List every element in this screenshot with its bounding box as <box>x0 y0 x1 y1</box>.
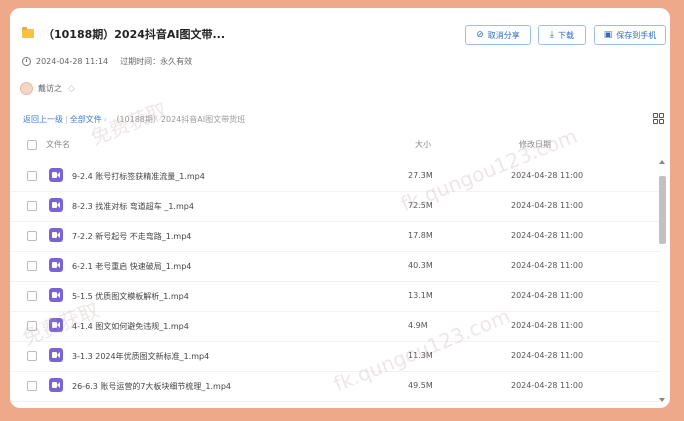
file-size: 4.9M <box>408 321 428 330</box>
diamond-icon: ◇ <box>68 83 75 94</box>
file-name[interactable]: 5-1.5 优质图文模板解析_1.mp4 <box>72 291 189 302</box>
table-row[interactable]: 7-2.2 新号起号 不走弯路_1.mp4 17.8M 2024-04-28 1… <box>10 221 660 252</box>
breadcrumb-separator: | <box>65 115 68 124</box>
file-size: 72.5M <box>408 201 433 210</box>
file-size: 13.1M <box>408 291 433 300</box>
save-to-phone-button[interactable]: ▣ 保存到手机 <box>594 25 666 45</box>
row-checkbox[interactable] <box>27 381 37 391</box>
share-meta: 2024-04-28 11:14 过期时间： 永久有效 <box>22 56 192 67</box>
table-row[interactable]: 5-1.5 优质图文模板解析_1.mp4 13.1M 2024-04-28 11… <box>10 281 660 312</box>
file-date: 2024-04-28 11:00 <box>511 321 584 330</box>
share-card: （10188期）2024抖音AI图文带... 2024-04-28 11:14 … <box>10 8 670 408</box>
breadcrumb-separator: › <box>103 115 107 124</box>
table-row[interactable]: 4-1.4 图文如何避免违规_1.mp4 4.9M 2024-04-28 11:… <box>10 311 660 342</box>
row-checkbox[interactable] <box>27 201 37 211</box>
table-row[interactable]: 3-1.3 2024年优质图文新标准_1.mp4 11.3M 2024-04-2… <box>10 341 660 372</box>
file-size: 17.8M <box>408 231 433 240</box>
file-date: 2024-04-28 11:00 <box>511 261 584 270</box>
video-file-icon <box>49 228 63 242</box>
file-name[interactable]: 4-1.4 图文如何避免违规_1.mp4 <box>72 321 189 332</box>
download-icon: ⤓ <box>550 29 554 40</box>
file-size: 11.3M <box>408 351 433 360</box>
back-link[interactable]: 返回上一级 <box>23 115 63 124</box>
column-name[interactable]: 文件名 <box>46 139 70 150</box>
share-date: 2024-04-28 11:14 <box>36 57 109 66</box>
file-date: 2024-04-28 11:00 <box>511 291 584 300</box>
table-row[interactable]: 9-2.4 账号打标签获精准流量_1.mp4 27.3M 2024-04-28 … <box>10 161 660 192</box>
phone-save-icon: ▣ <box>603 29 613 40</box>
video-file-icon <box>49 348 63 362</box>
file-size: 40.3M <box>408 261 433 270</box>
file-date: 2024-04-28 11:00 <box>511 381 584 390</box>
all-files-link[interactable]: 全部文件 <box>70 115 102 124</box>
table-header: 文件名 大小 修改日期 <box>10 137 670 153</box>
scroll-up-arrow-icon[interactable] <box>659 160 665 164</box>
expire-value: 永久有效 <box>160 57 193 66</box>
video-file-icon <box>49 288 63 302</box>
video-file-icon <box>49 378 63 392</box>
row-checkbox[interactable] <box>27 261 37 271</box>
table-row[interactable]: 26-6.3 账号运营的7大板块细节梳理_1.mp4 49.5M 2024-04… <box>10 371 660 402</box>
grid-view-icon[interactable] <box>653 113 664 124</box>
video-file-icon <box>49 198 63 212</box>
table-row[interactable]: 8-2.3 找准对标 弯道超车 _1.mp4 72.5M 2024-04-28 … <box>10 191 660 222</box>
breadcrumb-current: （10188期）2024抖音AI图文带货班 <box>111 115 246 124</box>
expire-label: 过期时间： <box>120 57 161 66</box>
file-size: 27.3M <box>408 171 433 180</box>
row-checkbox[interactable] <box>27 171 37 181</box>
file-date: 2024-04-28 11:00 <box>511 231 584 240</box>
row-checkbox[interactable] <box>27 231 37 241</box>
file-size: 49.5M <box>408 381 433 390</box>
scrollbar[interactable] <box>658 158 667 408</box>
table-row[interactable]: 6-2.1 老号重启 快速破局_1.mp4 40.3M 2024-04-28 1… <box>10 251 660 282</box>
cancel-icon: ⊘ <box>476 29 484 40</box>
file-name[interactable]: 3-1.3 2024年优质图文新标准_1.mp4 <box>72 351 209 362</box>
download-button[interactable]: ⤓ 下载 <box>538 25 586 45</box>
row-checkbox[interactable] <box>27 321 37 331</box>
scroll-down-arrow-icon[interactable] <box>659 398 665 402</box>
column-date[interactable]: 修改日期 <box>519 139 551 150</box>
file-name[interactable]: 9-2.4 账号打标签获精准流量_1.mp4 <box>72 171 205 182</box>
file-name[interactable]: 26-6.3 账号运营的7大板块细节梳理_1.mp4 <box>72 381 231 392</box>
cancel-share-button[interactable]: ⊘ 取消分享 <box>465 25 531 45</box>
file-name[interactable]: 6-2.1 老号重启 快速破局_1.mp4 <box>72 261 191 272</box>
row-checkbox[interactable] <box>27 351 37 361</box>
page-title: （10188期）2024抖音AI图文带... <box>43 28 226 41</box>
avatar[interactable] <box>20 82 33 95</box>
file-date: 2024-04-28 11:00 <box>511 351 584 360</box>
owner-info: 戴访之 ◇ <box>20 82 75 95</box>
video-file-icon <box>49 258 63 272</box>
breadcrumb: 返回上一级 | 全部文件 › （10188期）2024抖音AI图文带货班 <box>23 114 245 125</box>
file-name[interactable]: 7-2.2 新号起号 不走弯路_1.mp4 <box>72 231 191 242</box>
folder-icon <box>22 27 34 38</box>
scrollbar-thumb[interactable] <box>659 176 666 244</box>
file-name[interactable]: 8-2.3 找准对标 弯道超车 _1.mp4 <box>72 201 194 212</box>
column-size[interactable]: 大小 <box>415 139 431 150</box>
video-file-icon <box>49 168 63 182</box>
video-file-icon <box>49 318 63 332</box>
row-checkbox[interactable] <box>27 291 37 301</box>
file-date: 2024-04-28 11:00 <box>511 171 584 180</box>
clock-icon <box>22 57 31 66</box>
file-list: 9-2.4 账号打标签获精准流量_1.mp4 27.3M 2024-04-28 … <box>10 161 670 408</box>
owner-name[interactable]: 戴访之 <box>38 83 62 94</box>
select-all-checkbox[interactable] <box>27 140 37 150</box>
file-date: 2024-04-28 11:00 <box>511 201 584 210</box>
